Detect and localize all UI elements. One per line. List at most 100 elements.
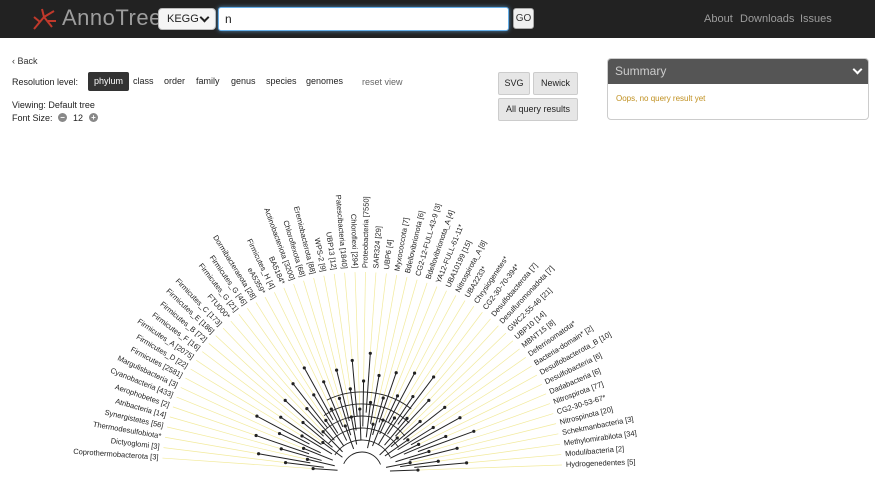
node-dot[interactable] xyxy=(311,466,315,471)
node-dot[interactable] xyxy=(392,416,397,420)
tree-leaf-label[interactable]: SAR324 [29] xyxy=(371,226,383,269)
level-order[interactable]: order xyxy=(164,72,185,91)
node-dot[interactable] xyxy=(368,400,373,405)
node-dot[interactable] xyxy=(254,433,258,438)
node-dot[interactable] xyxy=(377,373,381,378)
resolution-label: Resolution level: xyxy=(12,77,79,87)
node-dot[interactable] xyxy=(394,371,398,375)
tree-leaf-label[interactable]: Hydrogenedentes [5] xyxy=(566,457,636,468)
back-link[interactable]: ‹ Back xyxy=(12,56,38,66)
node-dot[interactable] xyxy=(255,414,259,418)
node-dot[interactable] xyxy=(361,379,366,383)
nav-about[interactable]: About xyxy=(704,13,733,25)
node-dot[interactable] xyxy=(412,371,417,375)
node-dot[interactable] xyxy=(300,434,304,438)
phylogenetic-tree[interactable]: Coprothermobacterota [3]Dictyoglomi [3]T… xyxy=(0,130,875,500)
node-dot[interactable] xyxy=(301,420,305,425)
node-dot[interactable] xyxy=(406,438,410,442)
node-dot[interactable] xyxy=(444,434,448,439)
branch-line xyxy=(359,409,362,441)
database-select[interactable]: KEGG xyxy=(158,8,216,30)
nav-downloads[interactable]: Downloads xyxy=(740,13,794,25)
node-dot[interactable] xyxy=(305,457,310,462)
leaf-guide-line xyxy=(370,273,387,403)
go-button[interactable]: GO xyxy=(513,8,534,29)
node-dot[interactable] xyxy=(416,468,420,472)
brand-title[interactable]: AnnoTree xyxy=(62,5,162,31)
node-dot[interactable] xyxy=(256,452,261,456)
node-dot[interactable] xyxy=(305,407,309,411)
level-class[interactable]: class xyxy=(133,72,154,91)
branch-arc xyxy=(334,439,391,458)
svg-button[interactable]: SVG xyxy=(498,72,530,95)
nav-issues[interactable]: Issues xyxy=(800,13,832,25)
node-dot[interactable] xyxy=(432,375,436,379)
node-dot[interactable] xyxy=(283,461,288,465)
newick-button[interactable]: Newick xyxy=(533,72,578,95)
node-dot[interactable] xyxy=(455,446,459,450)
node-dot[interactable] xyxy=(334,368,339,372)
node-dot[interactable] xyxy=(395,394,400,398)
node-dot[interactable] xyxy=(301,446,306,450)
leaf-guide-line xyxy=(369,272,377,354)
node-dot[interactable] xyxy=(358,407,362,411)
branch-arc xyxy=(327,427,399,448)
tree-leaf-label[interactable]: Proteobacteria [7550] xyxy=(361,196,371,268)
node-dot[interactable] xyxy=(458,416,462,420)
node-dot[interactable] xyxy=(337,396,342,400)
node-dot[interactable] xyxy=(329,407,333,411)
leaf-guide-line xyxy=(438,443,561,462)
node-dot[interactable] xyxy=(279,447,283,451)
leaf-guide-line xyxy=(466,454,562,464)
node-dot[interactable] xyxy=(348,387,352,391)
node-dot[interactable] xyxy=(322,380,326,384)
node-dot[interactable] xyxy=(324,418,328,422)
node-dot[interactable] xyxy=(368,351,372,355)
node-dot[interactable] xyxy=(343,424,347,428)
branch-line xyxy=(389,469,418,472)
node-dot[interactable] xyxy=(381,396,385,400)
summary-header[interactable]: Summary xyxy=(608,59,868,84)
node-dot[interactable] xyxy=(283,398,287,402)
node-dot[interactable] xyxy=(411,394,415,399)
level-phylum[interactable]: phylum xyxy=(88,72,130,91)
node-dot[interactable] xyxy=(443,405,447,409)
node-dot[interactable] xyxy=(302,366,306,370)
level-genomes[interactable]: genomes xyxy=(306,72,343,91)
branch-arc xyxy=(343,451,381,465)
reset-view-link[interactable]: reset view xyxy=(362,77,403,87)
level-species[interactable]: species xyxy=(266,72,297,91)
node-dot[interactable] xyxy=(427,398,431,402)
level-genus[interactable]: genus xyxy=(231,72,256,91)
node-dot[interactable] xyxy=(427,449,431,454)
increase-font-icon[interactable]: + xyxy=(89,113,98,122)
node-dot[interactable] xyxy=(277,431,282,436)
leaf-guide-line xyxy=(473,403,551,432)
level-family[interactable]: family xyxy=(196,72,220,91)
decrease-font-icon[interactable]: − xyxy=(58,113,67,122)
node-dot[interactable] xyxy=(321,430,325,434)
node-dot[interactable] xyxy=(291,382,295,386)
database-select-value: KEGG xyxy=(167,13,199,25)
node-dot[interactable] xyxy=(279,415,283,419)
node-dot[interactable] xyxy=(431,425,435,430)
branch-line xyxy=(285,462,324,468)
summary-panel: Summary Oops, no query result yet xyxy=(607,58,869,120)
node-dot[interactable] xyxy=(465,461,469,465)
node-dot[interactable] xyxy=(312,393,316,397)
node-dot[interactable] xyxy=(408,461,412,465)
node-dot[interactable] xyxy=(417,442,421,446)
node-dot[interactable] xyxy=(350,358,354,363)
node-dot[interactable] xyxy=(321,440,325,445)
tree-leaf-label[interactable]: Chloroflexi [294] xyxy=(349,214,360,268)
search-input[interactable]: n xyxy=(218,7,509,31)
chevron-down-icon xyxy=(199,12,210,23)
node-dot[interactable] xyxy=(371,422,375,426)
all-query-results-button[interactable]: All query results xyxy=(498,98,578,121)
annotree-logo-icon[interactable] xyxy=(30,5,60,33)
node-dot[interactable] xyxy=(395,436,399,440)
leaf-guide-line xyxy=(406,318,491,419)
node-dot[interactable] xyxy=(436,459,440,463)
node-dot[interactable] xyxy=(418,419,422,424)
node-dot[interactable] xyxy=(472,429,476,433)
